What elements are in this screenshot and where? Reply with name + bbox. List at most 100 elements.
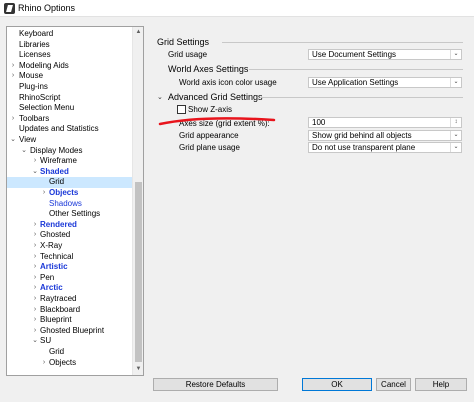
show-z-axis-checkbox[interactable] xyxy=(177,105,186,114)
chevron-right-icon[interactable]: › xyxy=(31,252,39,263)
red-annotation-underline xyxy=(158,117,276,126)
tree-item-technical[interactable]: › Technical xyxy=(7,252,132,263)
chevron-right-icon[interactable]: › xyxy=(40,188,48,199)
axes-size-spinner[interactable]: 100 ↕ xyxy=(308,117,462,128)
grid-appearance-dropdown[interactable]: Show grid behind all objects ⌄ xyxy=(308,130,462,141)
tree-item-ghosted[interactable]: › Ghosted xyxy=(7,230,132,241)
grid-appearance-label: Grid appearance xyxy=(179,131,239,140)
tree-item-libraries[interactable]: Libraries xyxy=(7,40,132,51)
chevron-right-icon[interactable]: › xyxy=(9,71,17,82)
scrollbar-thumb[interactable] xyxy=(135,182,142,362)
tree-item-label: Arctic xyxy=(40,283,63,293)
tree-item-artistic[interactable]: › Artistic xyxy=(7,262,132,273)
grid-usage-dropdown[interactable]: Use Document Settings ⌄ xyxy=(308,49,462,60)
scroll-up-arrow-icon[interactable]: ▲ xyxy=(133,27,143,38)
restore-defaults-button[interactable]: Restore Defaults xyxy=(153,378,278,391)
options-tree[interactable]: Keyboard Libraries Licenses › Modeling Ai… xyxy=(6,26,144,376)
tree-item-label: RhinoScript xyxy=(19,92,61,102)
section-divider xyxy=(222,42,463,43)
scroll-down-arrow-icon[interactable]: ▼ xyxy=(133,364,143,375)
chevron-right-icon[interactable]: › xyxy=(31,315,39,326)
world-axis-icon-color-dropdown[interactable]: Use Application Settings ⌄ xyxy=(308,77,462,88)
cancel-button[interactable]: Cancel xyxy=(376,378,411,391)
chevron-right-icon[interactable]: › xyxy=(31,294,39,305)
chevron-right-icon[interactable]: › xyxy=(31,220,39,231)
tree-item-rhinoscript[interactable]: RhinoScript xyxy=(7,93,132,104)
tree-item-label: Ghosted xyxy=(40,230,71,240)
world-axis-icon-color-value: Use Application Settings xyxy=(312,78,399,87)
tree-scrollbar[interactable]: ▲ ▼ xyxy=(132,27,143,375)
tree-item-mouse[interactable]: › Mouse xyxy=(7,71,132,82)
chevron-right-icon[interactable]: › xyxy=(31,241,39,252)
rhino-app-icon xyxy=(4,3,15,14)
chevron-down-icon[interactable]: ⌄ xyxy=(31,336,39,347)
world-axis-icon-color-label: World axis icon color usage xyxy=(179,78,277,87)
tree-item-su-objects[interactable]: › Objects xyxy=(7,358,132,369)
tree-item-rendered[interactable]: › Rendered xyxy=(7,220,132,231)
tree-item-display-modes[interactable]: ⌄ Display Modes xyxy=(7,146,132,157)
tree-item-pen[interactable]: › Pen xyxy=(7,273,132,284)
tree-item-label: Technical xyxy=(40,251,74,261)
ok-button[interactable]: OK xyxy=(302,378,372,391)
tree-item-shaded-grid[interactable]: Grid xyxy=(7,177,132,188)
tree-item-su-grid[interactable]: Grid xyxy=(7,347,132,358)
tree-item-shaded[interactable]: ⌄ Shaded xyxy=(7,167,132,178)
tree-item-label: Selection Menu xyxy=(19,103,75,113)
tree-item-plug-ins[interactable]: Plug-ins xyxy=(7,82,132,93)
title-bar: Rhino Options xyxy=(0,0,474,17)
tree-item-label: Libraries xyxy=(19,39,50,49)
tree-item-label: Blackboard xyxy=(40,304,81,314)
tree-item-blueprint[interactable]: › Blueprint xyxy=(7,315,132,326)
grid-usage-value: Use Document Settings xyxy=(312,50,397,59)
chevron-down-icon[interactable]: ⌄ xyxy=(450,131,461,140)
tree-item-blackboard[interactable]: › Blackboard xyxy=(7,305,132,316)
tree-item-ghosted-blueprint[interactable]: › Ghosted Blueprint xyxy=(7,326,132,337)
chevron-right-icon[interactable]: › xyxy=(31,156,39,167)
tree-item-licenses[interactable]: Licenses xyxy=(7,50,132,61)
chevron-down-icon[interactable]: ⌄ xyxy=(450,78,461,87)
tree-item-modeling-aids[interactable]: › Modeling Aids xyxy=(7,61,132,72)
tree-item-view[interactable]: ⌄ View xyxy=(7,135,132,146)
tree-item-label: Shaded xyxy=(40,166,69,176)
tree-item-label: Objects xyxy=(49,357,77,367)
chevron-right-icon[interactable]: › xyxy=(31,326,39,337)
tree-item-label: Keyboard xyxy=(19,29,54,38)
tree-item-updates-statistics[interactable]: Updates and Statistics xyxy=(7,124,132,135)
spinner-arrows-icon[interactable]: ↕ xyxy=(450,118,461,127)
help-button[interactable]: Help xyxy=(415,378,467,391)
tree-item-wireframe[interactable]: › Wireframe xyxy=(7,156,132,167)
tree-item-label: Objects xyxy=(49,188,79,197)
tree-item-label: X-Ray xyxy=(40,241,63,250)
grid-plane-usage-label: Grid plane usage xyxy=(179,143,240,152)
tree-item-shaded-objects[interactable]: › Objects xyxy=(7,188,132,199)
tree-item-toolbars[interactable]: › Toolbars xyxy=(7,114,132,125)
chevron-down-icon[interactable]: ⌄ xyxy=(450,50,461,59)
tree-item-label: Rendered xyxy=(40,219,77,229)
tree-item-su[interactable]: ⌄ SU xyxy=(7,336,132,347)
chevron-right-icon[interactable]: › xyxy=(31,283,39,294)
tree-item-label: Artistic xyxy=(40,262,68,272)
chevron-right-icon[interactable]: › xyxy=(9,114,17,125)
tree-item-shadows[interactable]: Shadows xyxy=(7,199,132,210)
grid-plane-usage-dropdown[interactable]: Do not use transparent plane ⌄ xyxy=(308,142,462,153)
chevron-right-icon[interactable]: › xyxy=(9,61,17,72)
tree-item-keyboard[interactable]: Keyboard xyxy=(7,29,132,40)
tree-item-arctic[interactable]: › Arctic xyxy=(7,283,132,294)
chevron-right-icon[interactable]: › xyxy=(31,273,39,284)
tree-item-x-ray[interactable]: › X-Ray xyxy=(7,241,132,252)
chevron-down-icon[interactable]: ⌄ xyxy=(450,143,461,152)
rhino-options-window: Rhino Options Keyboard Libraries License… xyxy=(0,0,474,402)
tree-item-raytraced[interactable]: › Raytraced xyxy=(7,294,132,305)
chevron-down-icon[interactable]: ⌄ xyxy=(20,146,28,157)
tree-item-selection-menu[interactable]: Selection Menu xyxy=(7,103,132,114)
chevron-right-icon[interactable]: › xyxy=(31,262,39,273)
chevron-down-icon[interactable]: ⌄ xyxy=(31,167,39,178)
collapse-arrow-icon[interactable]: ⌄ xyxy=(157,93,163,101)
chevron-down-icon[interactable]: ⌄ xyxy=(9,135,17,146)
tree-item-other-settings[interactable]: Other Settings xyxy=(7,209,132,220)
show-z-axis-label: Show Z-axis xyxy=(188,105,233,114)
chevron-right-icon[interactable]: › xyxy=(31,305,39,316)
chevron-right-icon[interactable]: › xyxy=(40,358,48,369)
chevron-right-icon[interactable]: › xyxy=(31,230,39,241)
tree-item-label: Licenses xyxy=(19,50,51,60)
